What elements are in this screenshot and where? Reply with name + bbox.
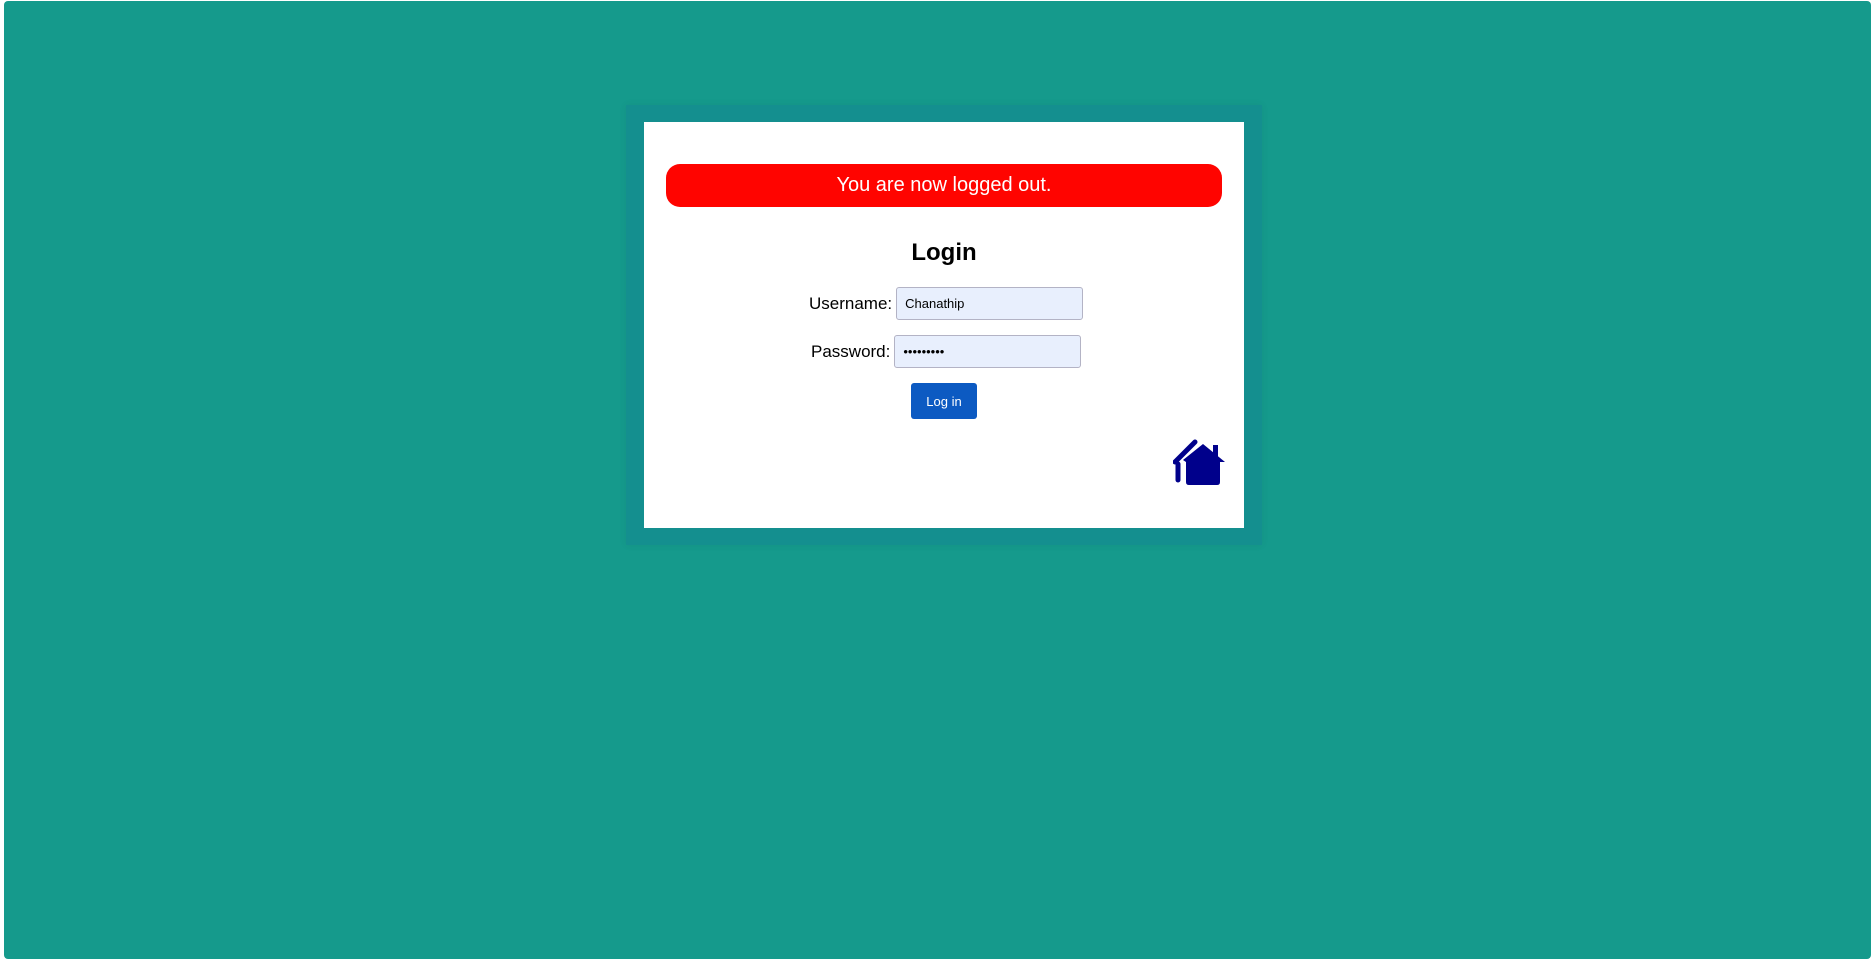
- login-frame: You are now logged out. Login Username: …: [626, 105, 1262, 545]
- page-background: You are now logged out. Login Username: …: [4, 1, 1871, 959]
- password-row: Password:: [811, 335, 1082, 368]
- login-title: Login: [911, 239, 977, 266]
- password-input[interactable]: [894, 335, 1082, 368]
- username-row: Username:: [809, 287, 1084, 320]
- login-card: You are now logged out. Login Username: …: [644, 122, 1244, 528]
- username-input[interactable]: [896, 287, 1084, 320]
- home-icon: [1172, 439, 1225, 485]
- home-link[interactable]: [1172, 438, 1227, 486]
- logout-alert: You are now logged out.: [666, 164, 1222, 207]
- password-label: Password:: [811, 341, 891, 361]
- login-button[interactable]: Log in: [911, 383, 977, 419]
- username-label: Username:: [809, 293, 893, 313]
